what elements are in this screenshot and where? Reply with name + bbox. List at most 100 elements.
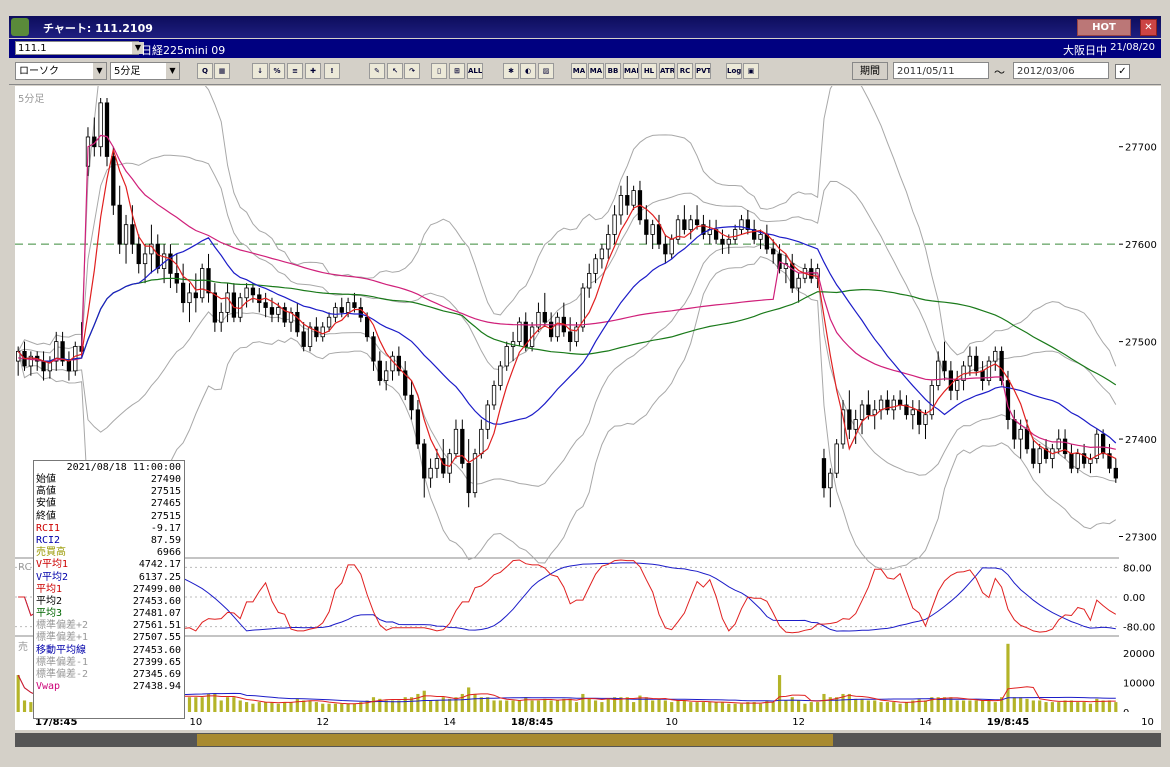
close-button[interactable]: ✕ <box>1140 19 1157 36</box>
volume-bar <box>1063 700 1067 712</box>
candle-body <box>250 287 256 296</box>
data-window: 2021/08/18 11:00:00 始値 27490 高値 27515 安値 2746… <box>33 460 185 719</box>
candle-body <box>866 404 871 416</box>
time-tick-label: 10 <box>1141 717 1154 728</box>
candle-body <box>612 214 617 235</box>
volume-bar <box>232 697 236 712</box>
volume-bar <box>720 702 725 712</box>
toolbar-button-10[interactable]: ▯ <box>431 63 447 79</box>
candle-body <box>739 219 744 230</box>
candle-body <box>263 302 268 308</box>
date-checkbox[interactable]: ✓ <box>1115 64 1130 79</box>
date-from-input[interactable]: 2011/05/11 <box>893 62 989 79</box>
candle-body <box>1069 453 1074 469</box>
rci-tick-label: 0.00 <box>1123 593 1145 604</box>
toolbar-button-16[interactable]: MA <box>571 63 587 79</box>
toolbar-button-19[interactable]: MAE <box>623 63 639 79</box>
hot-button[interactable]: HOT <box>1077 19 1131 36</box>
candle-body <box>422 443 427 479</box>
rci-tick-label: 80.00 <box>1123 563 1152 574</box>
toolbar-button-9[interactable]: ↷ <box>404 63 420 79</box>
toolbar-button-5[interactable]: ✚ <box>305 63 321 79</box>
toolbar-button-25[interactable]: ▣ <box>743 63 759 79</box>
volume-bar <box>416 693 420 712</box>
volume-bar <box>701 702 705 712</box>
toolbar-button-13[interactable]: ✱ <box>503 63 519 79</box>
data-row-value: 27507.55 <box>132 632 181 644</box>
volume-bar <box>809 702 813 712</box>
candle-body <box>345 302 351 313</box>
scrollbar-thumb[interactable] <box>197 734 833 746</box>
volume-bar <box>574 702 579 712</box>
volume-bar <box>187 697 192 712</box>
candle-body <box>269 307 275 315</box>
price-tick-label: 27700 <box>1125 143 1157 154</box>
toolbar-button-12[interactable]: ALL <box>467 63 483 79</box>
volume-bar <box>473 693 477 712</box>
toolbar-button-7[interactable]: ✎ <box>369 63 385 79</box>
symbol-code-select[interactable]: 111.1 ▼ <box>15 41 144 55</box>
volume-bar <box>1088 703 1093 712</box>
toolbar-button-11[interactable]: ⊞ <box>449 63 465 79</box>
toolbar-button-24[interactable]: Log <box>726 63 742 79</box>
data-row: 高値 27515 <box>34 486 184 498</box>
candle-body <box>104 102 110 157</box>
candle-body <box>244 287 249 299</box>
candle-body <box>326 316 332 328</box>
toolbar-button-4[interactable]: ≡ <box>287 63 303 79</box>
toolbar-button-20[interactable]: HL <box>641 63 657 79</box>
toolbar-button-1[interactable]: ▦ <box>214 63 230 79</box>
app-logo-icon <box>11 18 29 36</box>
volume-bar <box>29 702 33 712</box>
data-row: 平均1 27499.00 <box>34 584 184 596</box>
volume-bar <box>511 700 515 712</box>
interval-value: 5分足 <box>114 66 141 77</box>
toolbar-button-15[interactable]: ▨ <box>538 63 554 79</box>
data-row: 移動平均線 27453.60 <box>34 645 184 657</box>
time-axis-svg: 17/8:4510121418/8:4510121419/8:451012 <box>35 717 1154 728</box>
toolbar-button-23[interactable]: PVT <box>695 63 711 79</box>
period-button[interactable]: 期間 <box>852 62 888 80</box>
candle-body <box>200 268 205 299</box>
candle-body <box>409 394 414 411</box>
volume-bar <box>797 700 801 712</box>
volume-bar <box>708 702 712 712</box>
volume-bar <box>682 700 686 712</box>
data-row-label: RCI1 <box>36 522 61 534</box>
toolbar-button-2[interactable]: ↓ <box>252 63 268 79</box>
toolbar-button-18[interactable]: BB <box>605 63 621 79</box>
interval-select[interactable]: 5分足 ▼ <box>110 62 180 80</box>
toolbar-button-3[interactable]: % <box>269 63 285 79</box>
volume-bar <box>803 703 807 712</box>
volume-bar <box>270 702 274 712</box>
toolbar-button-14[interactable]: ◐ <box>520 63 536 79</box>
toolbar-button-6[interactable]: ! <box>324 63 340 79</box>
time-tick-label: 12 <box>792 717 805 728</box>
data-row-value: 6966 <box>156 547 181 559</box>
candle-body <box>999 350 1004 381</box>
toolbar-button-21[interactable]: ATR <box>659 63 675 79</box>
volume-bar <box>333 703 337 712</box>
volume-bar <box>22 700 27 712</box>
toolbar-button-22[interactable]: RC <box>677 63 693 79</box>
candle-body <box>301 331 306 347</box>
volume-bar <box>593 700 598 712</box>
data-row: 標準偏差-2 27345.69 <box>34 669 184 681</box>
toolbar-button-17[interactable]: MA <box>588 63 604 79</box>
candle-body <box>180 282 186 304</box>
toolbar-button-0[interactable]: Q <box>197 63 213 79</box>
data-row-value: 27438.94 <box>132 681 181 693</box>
volume-bar <box>835 697 839 712</box>
candle-body <box>720 238 725 245</box>
volume-bar <box>264 702 268 712</box>
chart-scrollbar[interactable] <box>15 733 1161 747</box>
candle-body <box>631 190 636 206</box>
toolbar-button-8[interactable]: ↖ <box>387 63 403 79</box>
data-row-value: 27453.60 <box>132 595 181 607</box>
chart-type-select[interactable]: ローソク ▼ <box>15 62 107 80</box>
volume-bar <box>321 703 325 712</box>
volume-bar <box>676 700 680 712</box>
candle-body <box>942 360 947 372</box>
volume-bar <box>492 700 496 712</box>
date-to-input[interactable]: 2012/03/06 <box>1013 62 1109 79</box>
